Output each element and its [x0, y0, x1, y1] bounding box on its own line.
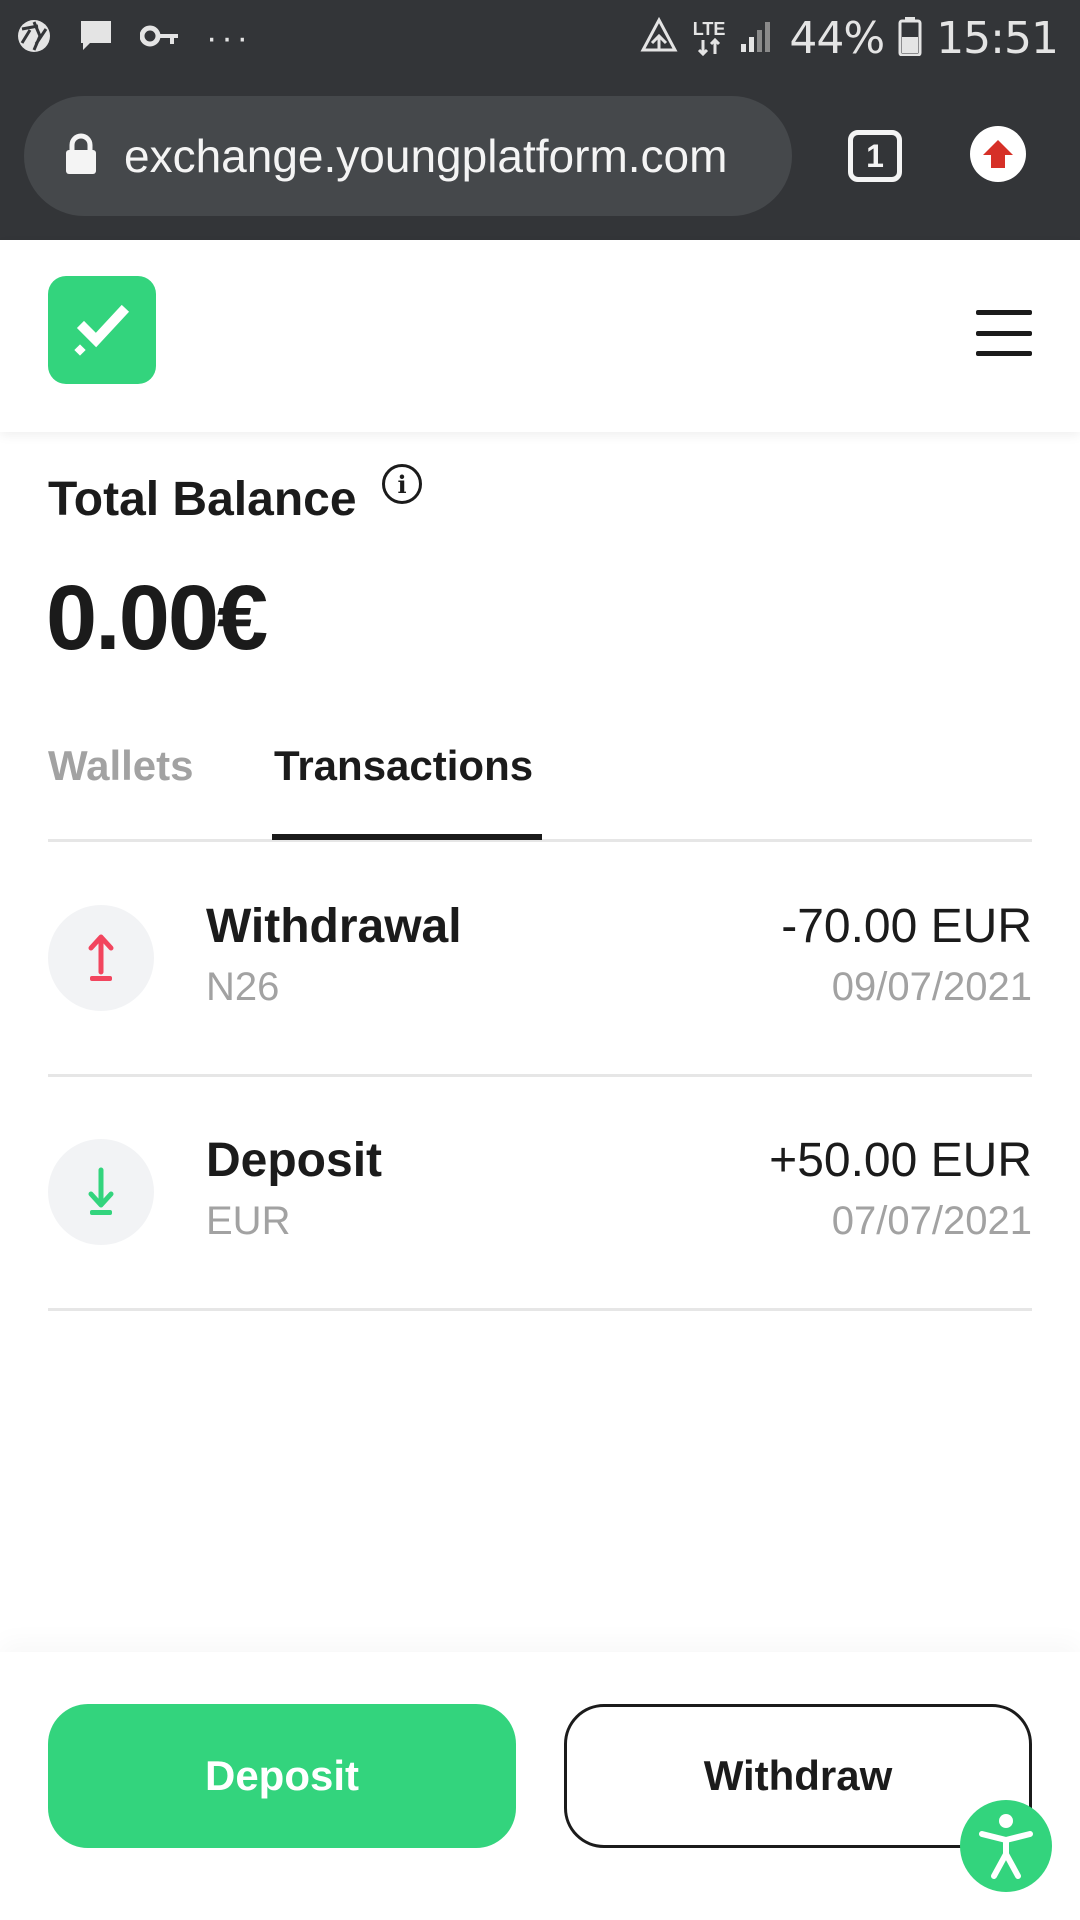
more-dots-icon: ···: [206, 19, 252, 57]
balance-value: 0.00€: [46, 567, 268, 669]
transaction-amount: -70.00 EUR: [781, 900, 1032, 953]
arrow-up-icon: [48, 905, 154, 1011]
battery-percent: 44%: [789, 12, 885, 64]
status-bar-notifications: ···: [16, 14, 252, 62]
update-arrow-icon[interactable]: [970, 126, 1026, 182]
info-glyph: i: [397, 469, 407, 499]
deposit-button[interactable]: Deposit: [48, 1704, 516, 1848]
menu-line: [976, 310, 1032, 315]
camera-aperture-icon: [16, 18, 52, 59]
transaction-date: 09/07/2021: [831, 965, 1032, 1009]
lte-icon: LTE: [693, 20, 725, 56]
url-text: exchange.youngplatform.com: [124, 130, 728, 182]
wallet-tabs: Wallets Transactions: [48, 730, 1032, 842]
transaction-date: 07/07/2021: [831, 1199, 1032, 1243]
tab-wallets[interactable]: Wallets: [48, 742, 193, 790]
tab-transactions[interactable]: Transactions: [274, 742, 533, 790]
clock: 15:51: [936, 12, 1059, 64]
address-bar[interactable]: exchange.youngplatform.com: [24, 96, 792, 216]
transaction-amount: +50.00 EUR: [769, 1134, 1032, 1187]
battery-icon: [898, 16, 922, 61]
menu-line: [976, 351, 1032, 356]
vpn-key-icon: [139, 22, 180, 55]
accessibility-icon[interactable]: [960, 1800, 1052, 1892]
message-icon: [78, 18, 114, 59]
app-header: [0, 240, 1080, 432]
data-saver-icon: [639, 16, 679, 61]
status-bar: ··· LTE 44% 15:51: [0, 0, 1080, 76]
transaction-row-deposit[interactable]: Deposit EUR +50.00 EUR 07/07/2021: [48, 1077, 1032, 1311]
transaction-type: Withdrawal: [206, 900, 462, 953]
transaction-row-withdrawal[interactable]: Withdrawal N26 -70.00 EUR 09/07/2021: [48, 843, 1032, 1077]
signal-icon: [739, 18, 775, 59]
lock-icon: [64, 133, 98, 180]
bottom-action-bar: Deposit Withdraw: [0, 1652, 1080, 1920]
status-bar-system: LTE 44% 15:51: [639, 10, 1059, 66]
transaction-subtitle: EUR: [206, 1199, 291, 1243]
browser-toolbar: exchange.youngplatform.com 1: [0, 76, 1080, 240]
hamburger-menu-icon[interactable]: [976, 310, 1032, 356]
active-tab-indicator: [272, 834, 542, 840]
transaction-subtitle: N26: [206, 965, 280, 1009]
menu-line: [976, 330, 1032, 336]
arrow-down-icon: [48, 1139, 154, 1245]
checkmark-logo-icon[interactable]: [48, 276, 156, 384]
balance-label: Total Balance: [48, 473, 357, 526]
tab-count: 1: [866, 137, 884, 174]
withdraw-button[interactable]: Withdraw: [564, 1704, 1032, 1848]
info-icon[interactable]: i: [382, 464, 422, 504]
transaction-type: Deposit: [206, 1134, 383, 1187]
tab-switcher-button[interactable]: 1: [848, 130, 902, 182]
